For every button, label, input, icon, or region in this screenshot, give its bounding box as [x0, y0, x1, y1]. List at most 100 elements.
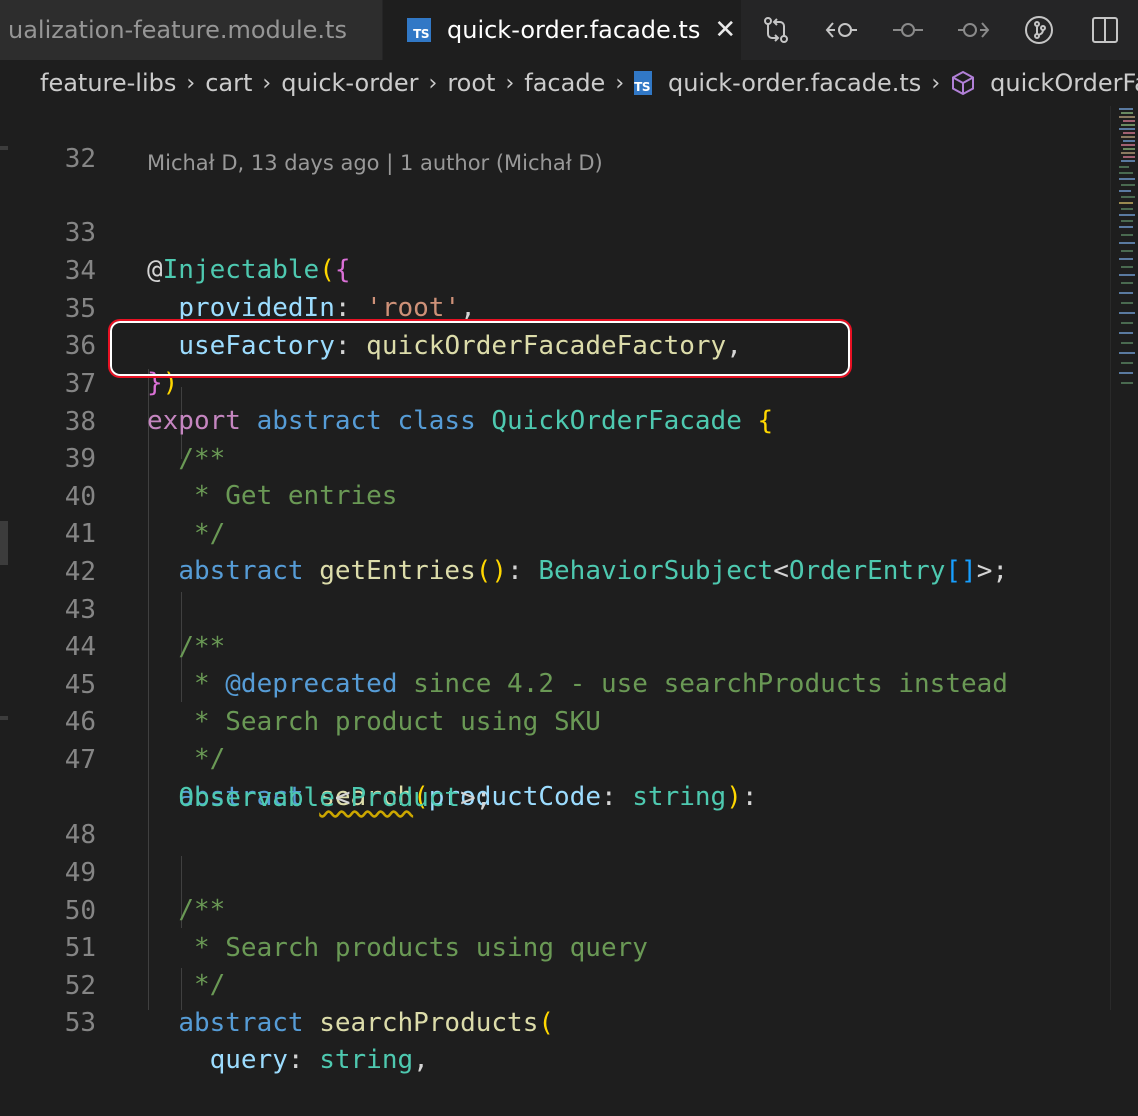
- code-line-47-wrap: Observable<Product>;: [0, 743, 1110, 813]
- minimap-line: [1121, 184, 1135, 186]
- minimap-line: [1121, 322, 1133, 324]
- code-line-35: 35 useFactory: quickOrderFacadeFactory,: [0, 254, 1110, 361]
- code-line-43: 43 /**: [0, 555, 1110, 662]
- chevron-right-icon: ›: [615, 70, 625, 96]
- breadcrumb: feature-libs › cart › quick-order › root…: [0, 60, 1138, 106]
- code-line-42: 42: [0, 517, 1110, 587]
- minimap-line: [1119, 178, 1135, 180]
- minimap-line: [1121, 220, 1133, 222]
- minimap-line: [1123, 148, 1135, 150]
- token: abstract: [178, 1008, 304, 1038]
- code-line-39: 39 * Get entries: [0, 404, 1110, 511]
- code-line-45: 45 * Search product using SKU: [0, 630, 1110, 737]
- minimap-line: [1121, 124, 1135, 126]
- minimap-line: [1123, 120, 1135, 122]
- code-line-48: 48: [0, 780, 1110, 850]
- tab-quick-order-facade[interactable]: TS quick-order.facade.ts ✕: [383, 0, 741, 60]
- token: :: [287, 1045, 320, 1075]
- minimap[interactable]: [1110, 106, 1138, 1010]
- minimap-line: [1119, 226, 1133, 228]
- breadcrumb-item-root[interactable]: root: [447, 69, 495, 97]
- tab-label: quick-order.facade.ts: [447, 16, 701, 44]
- minimap-line: [1121, 342, 1133, 344]
- minimap-line: [1119, 332, 1133, 334]
- minimap-line: [1119, 258, 1133, 260]
- token: string: [319, 1045, 414, 1075]
- token: searchProducts: [319, 1008, 539, 1038]
- minimap-line: [1121, 234, 1133, 236]
- breadcrumb-item-file[interactable]: quick-order.facade.ts: [668, 69, 921, 97]
- minimap-line: [1121, 160, 1135, 162]
- breadcrumb-item-facade[interactable]: facade: [524, 69, 605, 97]
- chevron-right-icon: ›: [931, 70, 941, 96]
- commit-icon[interactable]: [888, 10, 928, 50]
- minimap-line: [1121, 208, 1133, 210]
- code-editor[interactable]: 32 Michał D, 13 days ago | 1 author (Mic…: [0, 104, 1110, 1075]
- breadcrumb-item-quick-order[interactable]: quick-order: [281, 69, 418, 97]
- editor-actions: [743, 0, 1138, 60]
- minimap-line: [1119, 292, 1133, 294]
- token: query: [209, 1045, 288, 1075]
- code-line-38: 38 /**: [0, 367, 1110, 474]
- minimap-line: [1119, 202, 1133, 204]
- minimap-line: [1119, 312, 1135, 314]
- code-line-44: 44 * @deprecated since 4.2 - use searchP…: [0, 592, 1110, 699]
- chevron-right-icon: ›: [428, 70, 438, 96]
- tab-visualization-feature-module[interactable]: ualization-feature.module.ts: [0, 0, 382, 60]
- code-line-49: 49 /**: [0, 818, 1110, 925]
- minimap-line: [1121, 144, 1135, 146]
- minimap-line: [1121, 112, 1133, 114]
- minimap-line: [1121, 362, 1133, 364]
- go-back-icon[interactable]: [822, 10, 862, 50]
- minimap-line: [1121, 282, 1133, 284]
- minimap-line: [1123, 132, 1135, 134]
- minimap-line: [1119, 372, 1133, 374]
- chevron-right-icon: ›: [262, 70, 272, 96]
- ts-file-icon: TS: [634, 71, 652, 95]
- git-graph-icon[interactable]: [1019, 10, 1059, 50]
- close-icon[interactable]: ✕: [714, 17, 736, 43]
- line-number: 32: [64, 144, 96, 174]
- minimap-line: [1119, 274, 1135, 276]
- code-line-53: 53 query: string,: [0, 968, 1110, 1075]
- minimap-line: [1123, 156, 1135, 158]
- breadcrumb-item-cart[interactable]: cart: [205, 69, 252, 97]
- breadcrumb-item-feature-libs[interactable]: feature-libs: [40, 69, 176, 97]
- minimap-line: [1119, 242, 1135, 244]
- code-line-32: 32: [0, 104, 1110, 174]
- minimap-line: [1121, 302, 1133, 304]
- minimap-line: [1119, 166, 1129, 168]
- codelens-blame[interactable]: Michał D, 13 days ago | 1 author (Michał…: [147, 147, 603, 179]
- code-line-40: 40 */: [0, 442, 1110, 549]
- code-line-34: 34 providedIn: 'root',: [0, 216, 1110, 323]
- minimap-line: [1119, 116, 1135, 118]
- minimap-line: [1119, 128, 1135, 130]
- code-line-47: 47 abstract search(productCode: string):: [0, 705, 1110, 812]
- minimap-line: [1119, 172, 1133, 174]
- go-forward-icon[interactable]: [953, 10, 993, 50]
- token: (: [538, 1008, 555, 1038]
- minimap-line: [1121, 152, 1135, 154]
- minimap-line: [1119, 190, 1131, 192]
- code-line-46: 46 */: [0, 667, 1110, 774]
- code-line-50: 50 * Search products using query: [0, 856, 1110, 963]
- minimap-line: [1121, 250, 1133, 252]
- code-line-52: 52 abstract searchProducts(: [0, 931, 1110, 1038]
- minimap-line: [1119, 108, 1133, 110]
- split-editor-icon[interactable]: [1085, 10, 1125, 50]
- token: ,: [413, 1045, 429, 1075]
- minimap-line: [1119, 352, 1135, 354]
- chevron-right-icon: ›: [505, 70, 515, 96]
- tab-label: ualization-feature.module.ts: [8, 16, 347, 44]
- chevron-right-icon: ›: [186, 70, 196, 96]
- minimap-line: [1121, 196, 1135, 198]
- code-line-51: 51 */: [0, 893, 1110, 1000]
- code-line-41: 41 abstract getEntries(): BehaviorSubjec…: [0, 479, 1110, 586]
- minimap-line: [1121, 382, 1133, 384]
- symbol-class-icon: [950, 70, 976, 96]
- breadcrumb-item-symbol[interactable]: quickOrderFac: [990, 69, 1138, 97]
- minimap-line: [1123, 140, 1135, 142]
- code-line-33: 33 @Injectable({: [0, 178, 1110, 285]
- compare-changes-icon[interactable]: [756, 10, 796, 50]
- minimap-line: [1121, 136, 1135, 138]
